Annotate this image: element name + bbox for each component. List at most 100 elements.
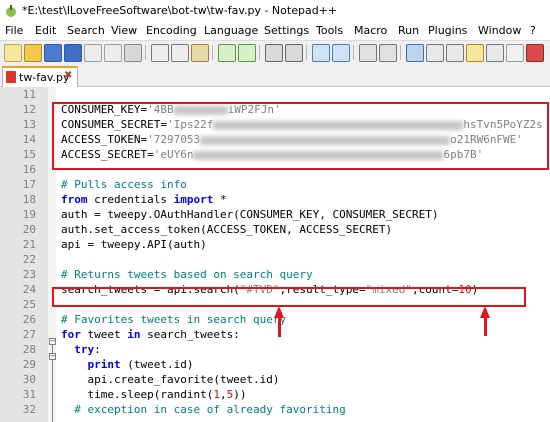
sync-horizontal-icon[interactable] <box>379 44 397 62</box>
code-token: auth = tweepy.OAuthHandler(CONSUMER_KEY,… <box>61 208 439 221</box>
line-number: 24 <box>22 283 36 296</box>
arrow-stem <box>278 316 281 337</box>
line-number: 11 <box>22 88 36 101</box>
toolbar-separator <box>400 45 401 60</box>
record-macro-icon[interactable] <box>526 44 544 62</box>
document-map-icon[interactable] <box>466 44 484 62</box>
code-line[interactable]: 21 api = tweepy.API(auth) <box>0 237 550 252</box>
copy-icon[interactable] <box>171 44 189 62</box>
line-number: 13 <box>22 118 36 131</box>
show-all-chars-icon[interactable] <box>426 44 444 62</box>
code-line[interactable]: 19 auth = tweepy.OAuthHandler(CONSUMER_KE… <box>0 207 550 222</box>
fold-toggle-icon[interactable]: − <box>49 353 56 360</box>
code-text: time.sleep(randint(1,5)) <box>61 387 246 402</box>
close-all-icon[interactable] <box>104 44 122 62</box>
redo-icon[interactable] <box>238 44 256 62</box>
credentials-highlight-box <box>52 102 549 170</box>
code-token: time.sleep(randint( <box>61 388 214 401</box>
line-number: 12 <box>22 103 36 116</box>
menu-help[interactable]: ? <box>530 24 536 37</box>
tab-tw-fav[interactable]: tw-fav.py ✖ <box>2 66 78 88</box>
code-line[interactable]: 17 # Pulls access info <box>0 177 550 192</box>
code-token: tweet <box>80 328 128 341</box>
code-token: 1 <box>213 388 220 401</box>
code-editor[interactable]: 11 12 CONSUMER_KEY='4BB iWP2FJn' 13 CONSUMER_… <box>0 87 550 422</box>
code-token: )) <box>233 388 247 401</box>
menu-file[interactable]: File <box>5 24 23 37</box>
cut-icon[interactable] <box>151 44 169 62</box>
code-token: # Favorites tweets in search query <box>61 313 287 326</box>
zoom-in-icon[interactable] <box>312 44 330 62</box>
undo-icon[interactable] <box>218 44 236 62</box>
code-line[interactable]: 11 <box>0 87 550 102</box>
code-line[interactable]: 28 try: <box>0 342 550 357</box>
word-wrap-icon[interactable] <box>406 44 424 62</box>
menu-window[interactable]: Window <box>478 24 521 37</box>
tab-label: tw-fav.py <box>19 71 70 84</box>
indent-guide-icon[interactable] <box>446 44 464 62</box>
menu-language[interactable]: Language <box>204 24 258 37</box>
menu-view[interactable]: View <box>111 24 137 37</box>
code-line[interactable]: 31 time.sleep(randint(1,5)) <box>0 387 550 402</box>
code-line[interactable]: 22 <box>0 252 550 267</box>
menu-plugins[interactable]: Plugins <box>428 24 467 37</box>
function-list-icon[interactable] <box>486 44 504 62</box>
code-token: api = tweepy.API(auth) <box>61 238 207 251</box>
menu-encoding[interactable]: Encoding <box>146 24 197 37</box>
tvd-pointer-arrow <box>274 306 284 318</box>
menu-bar: File Edit Search View Encoding Language … <box>0 22 550 40</box>
line-number: 17 <box>22 178 36 191</box>
code-line[interactable]: 32 # exception in case of already favori… <box>0 402 550 417</box>
menu-search[interactable]: Search <box>67 24 105 37</box>
replace-icon[interactable] <box>285 44 303 62</box>
save-all-icon[interactable] <box>64 44 82 62</box>
save-icon[interactable] <box>44 44 62 62</box>
code-text: auth.set_access_token(ACCESS_TOKEN, ACCE… <box>61 222 392 237</box>
menu-settings[interactable]: Settings <box>264 24 309 37</box>
code-text: api.create_favorite(tweet.id) <box>61 372 279 387</box>
toolbar-separator <box>145 45 146 60</box>
code-token: print <box>87 358 121 371</box>
line-number: 16 <box>22 163 36 176</box>
zoom-out-icon[interactable] <box>332 44 350 62</box>
code-line[interactable]: 27 for tweet in search_tweets: <box>0 327 550 342</box>
code-token: # Returns tweets based on search query <box>61 268 313 281</box>
print-icon[interactable] <box>124 44 142 62</box>
modified-file-icon <box>6 71 16 83</box>
fold-toggle-icon[interactable]: − <box>49 338 56 345</box>
code-text: # exception in case of already favoritin… <box>61 402 346 417</box>
search-query-highlight-box <box>52 287 526 307</box>
code-token: * <box>213 193 227 206</box>
code-line[interactable]: 30 api.create_favorite(tweet.id) <box>0 372 550 387</box>
line-number: 14 <box>22 133 36 146</box>
code-line[interactable]: 18 from credentials import * <box>0 192 550 207</box>
menu-macro[interactable]: Macro <box>354 24 387 37</box>
code-line[interactable]: 23 # Returns tweets based on search query <box>0 267 550 282</box>
line-number: 18 <box>22 193 36 206</box>
line-number: 20 <box>22 223 36 236</box>
code-line[interactable]: 20 auth.set_access_token(ACCESS_TOKEN, AC… <box>0 222 550 237</box>
code-text: try: <box>61 342 101 357</box>
find-icon[interactable] <box>265 44 283 62</box>
line-number: 29 <box>22 358 36 371</box>
line-number: 30 <box>22 373 36 386</box>
tab-close-icon[interactable]: ✖ <box>64 70 72 81</box>
folder-workspace-icon[interactable] <box>506 44 524 62</box>
line-number: 31 <box>22 388 36 401</box>
code-token: for <box>61 328 81 341</box>
menu-tools[interactable]: Tools <box>316 24 343 37</box>
menu-edit[interactable]: Edit <box>35 24 56 37</box>
toolbar-separator <box>259 45 260 60</box>
close-icon[interactable] <box>84 44 102 62</box>
toolbar-separator <box>212 45 213 60</box>
sync-vertical-icon[interactable] <box>359 44 377 62</box>
open-file-icon[interactable] <box>24 44 42 62</box>
new-file-icon[interactable] <box>4 44 22 62</box>
code-token: (tweet.id) <box>120 358 194 371</box>
line-number: 25 <box>22 298 36 311</box>
line-number: 15 <box>22 148 36 161</box>
menu-run[interactable]: Run <box>398 24 419 37</box>
paste-icon[interactable] <box>191 44 209 62</box>
code-line[interactable]: 29 print (tweet.id) <box>0 357 550 372</box>
